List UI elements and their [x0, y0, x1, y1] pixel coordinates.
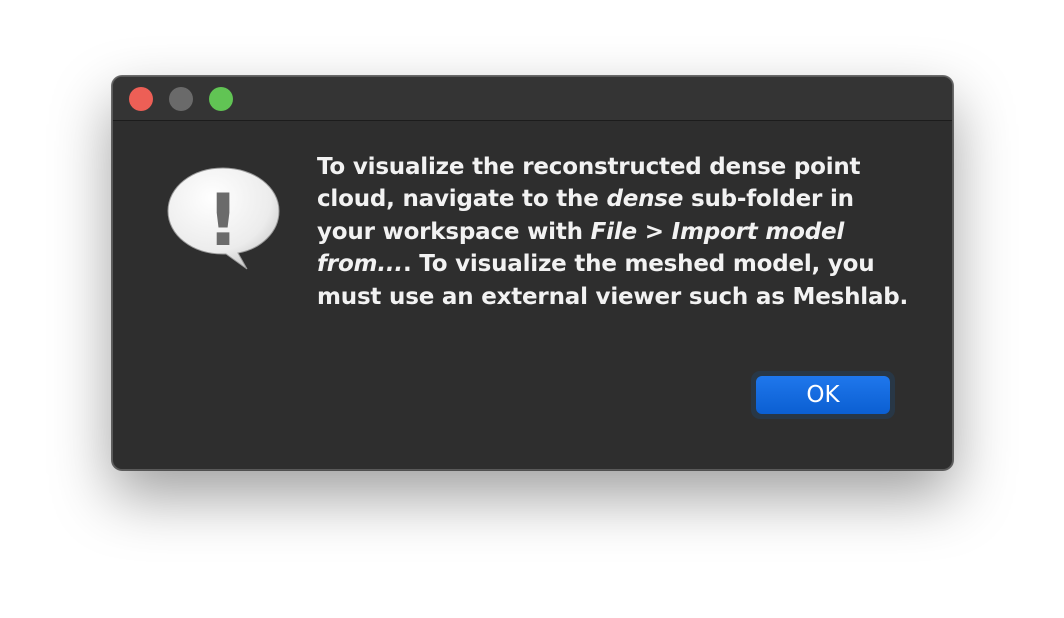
screen: ! To visualize the reconstructed dense p… [0, 0, 1064, 618]
title-bar[interactable] [113, 77, 952, 121]
exclamation-speech-bubble-icon: ! [167, 167, 280, 270]
minimize-window-button[interactable] [169, 87, 193, 111]
alert-window: ! To visualize the reconstructed dense p… [112, 76, 953, 470]
zoom-window-button[interactable] [209, 87, 233, 111]
alert-message: To visualize the reconstructed dense poi… [317, 151, 917, 313]
close-window-button[interactable] [129, 87, 153, 111]
alert-icon-glyph: ! [207, 178, 240, 262]
message-text-3: . To visualize the meshed model, you mus… [317, 251, 909, 310]
ok-button[interactable]: OK [756, 376, 890, 414]
message-emphasis-dense: dense [606, 186, 684, 213]
